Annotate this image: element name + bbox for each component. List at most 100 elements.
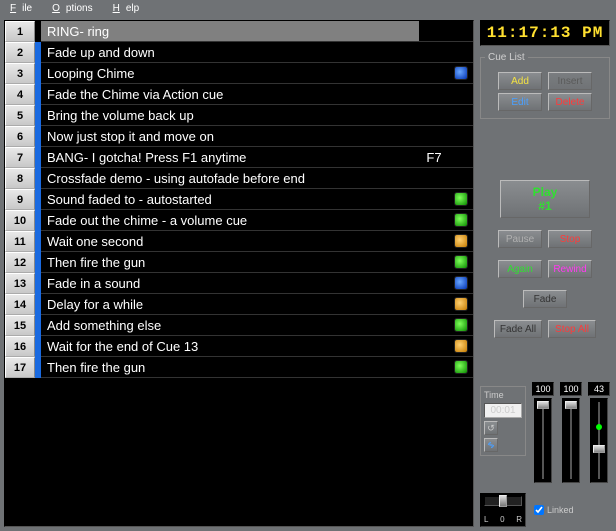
cue-description: Then fire the gun bbox=[41, 252, 419, 273]
cue-number: 3 bbox=[5, 63, 35, 84]
cue-row[interactable]: 14Delay for a while bbox=[5, 294, 473, 315]
stop-all-button[interactable]: Stop All bbox=[548, 320, 596, 338]
time-box: Time 00:01 ↺ bbox=[480, 386, 526, 456]
again-button[interactable]: Again bbox=[498, 260, 542, 278]
linked-checkbox[interactable]: Linked bbox=[534, 505, 574, 515]
cue-status-icon bbox=[449, 294, 473, 315]
cue-status-icon bbox=[449, 210, 473, 231]
linked-checkbox-input[interactable] bbox=[534, 505, 544, 515]
cue-number: 13 bbox=[5, 273, 35, 294]
cue-row[interactable]: 6 Now just stop it and move on bbox=[5, 126, 473, 147]
cue-row[interactable]: 17Then fire the gun bbox=[5, 357, 473, 378]
cue-number: 4 bbox=[5, 84, 35, 105]
cue-status-icon bbox=[449, 231, 473, 252]
cue-hotkey bbox=[419, 294, 449, 315]
fader-slider-3[interactable] bbox=[590, 398, 608, 483]
cue-number: 10 bbox=[5, 210, 35, 231]
play-button[interactable]: Play #1 bbox=[500, 180, 590, 218]
cue-hotkey bbox=[419, 42, 449, 63]
cue-description: Crossfade demo - using autofade before e… bbox=[41, 168, 419, 189]
delete-button[interactable]: Delete bbox=[548, 93, 592, 111]
cue-description: Fade out the chime - a volume cue bbox=[41, 210, 419, 231]
cue-row[interactable]: 10 Fade out the chime - a volume cue bbox=[5, 210, 473, 231]
pan-slider[interactable] bbox=[484, 496, 522, 506]
cue-number: 7 bbox=[5, 147, 35, 168]
cue-status-icon bbox=[449, 189, 473, 210]
cue-description: Looping Chime bbox=[41, 63, 419, 84]
fader-section: Time 00:01 ↺ 100 100 43 bbox=[480, 382, 610, 483]
cue-description: Then fire the gun bbox=[41, 357, 419, 378]
fade-all-button[interactable]: Fade All bbox=[494, 320, 542, 338]
cue-row[interactable]: 13 Fade in a sound bbox=[5, 273, 473, 294]
cue-description: Fade up and down bbox=[41, 42, 419, 63]
pan-r-label: R bbox=[516, 515, 522, 524]
pan-c-label: 0 bbox=[500, 515, 504, 524]
clock-display: 11:17:13 PM bbox=[480, 20, 610, 46]
cue-hotkey bbox=[419, 105, 449, 126]
cue-number: 6 bbox=[5, 126, 35, 147]
stop-button[interactable]: Stop bbox=[548, 230, 592, 248]
cue-list-panel: Cue List Add Insert Edit Delete bbox=[480, 52, 610, 119]
menu-file[interactable]: File bbox=[4, 2, 44, 15]
fader-slider-1[interactable] bbox=[534, 398, 552, 483]
menu-options[interactable]: Options bbox=[46, 2, 104, 15]
insert-button[interactable]: Insert bbox=[548, 72, 592, 90]
cue-row[interactable]: 15Add something else bbox=[5, 315, 473, 336]
cue-row[interactable]: 1RING- ring bbox=[5, 21, 473, 42]
cue-number: 2 bbox=[5, 42, 35, 63]
cue-number: 16 bbox=[5, 336, 35, 357]
cue-hotkey bbox=[419, 315, 449, 336]
cue-status-icon bbox=[449, 168, 473, 189]
cue-number: 11 bbox=[5, 231, 35, 252]
fader-slider-2[interactable] bbox=[562, 398, 580, 483]
cue-status-icon bbox=[449, 21, 473, 42]
cue-row[interactable]: 5Bring the volume back up bbox=[5, 105, 473, 126]
cue-hotkey bbox=[419, 189, 449, 210]
cue-row[interactable]: 2 Fade up and down bbox=[5, 42, 473, 63]
cue-status-icon bbox=[449, 252, 473, 273]
fade-button[interactable]: Fade bbox=[523, 290, 567, 308]
cue-hotkey bbox=[419, 273, 449, 294]
cue-row[interactable]: 8Crossfade demo - using autofade before … bbox=[5, 168, 473, 189]
cue-description: Now just stop it and move on bbox=[41, 126, 419, 147]
cue-status-icon bbox=[449, 63, 473, 84]
cue-list[interactable]: 1RING- ring2 Fade up and down 3 Looping Chi… bbox=[4, 20, 474, 527]
time-label: Time bbox=[484, 390, 522, 400]
cue-hotkey bbox=[419, 210, 449, 231]
cue-description: Sound faded to - autostarted bbox=[41, 189, 419, 210]
cue-row[interactable]: 7BANG- I gotcha! Press F1 anytimeF7 bbox=[5, 147, 473, 168]
cue-list-legend: Cue List bbox=[485, 52, 528, 63]
add-button[interactable]: Add bbox=[498, 72, 542, 90]
cue-status-icon bbox=[449, 105, 473, 126]
cue-row[interactable]: 4Fade the Chime via Action cue bbox=[5, 84, 473, 105]
cue-row[interactable]: 3 Looping Chime bbox=[5, 63, 473, 84]
cue-status-icon bbox=[449, 315, 473, 336]
time-reset-button[interactable]: ↺ bbox=[484, 421, 498, 435]
cue-description: Add something else bbox=[41, 315, 419, 336]
cue-status-icon bbox=[449, 336, 473, 357]
fader-value-1: 100 bbox=[532, 382, 554, 396]
fader-value-2: 100 bbox=[560, 382, 582, 396]
rewind-button[interactable]: Rewind bbox=[548, 260, 592, 278]
time-link-button[interactable] bbox=[484, 438, 498, 452]
pause-button[interactable]: Pause bbox=[498, 230, 542, 248]
cue-number: 5 bbox=[5, 105, 35, 126]
time-value[interactable]: 00:01 bbox=[484, 403, 522, 418]
menu-help[interactable]: Help bbox=[107, 2, 152, 15]
cue-status-icon bbox=[449, 357, 473, 378]
cue-hotkey bbox=[419, 231, 449, 252]
cue-row[interactable]: 12 Then fire the gun bbox=[5, 252, 473, 273]
cue-description: Delay for a while bbox=[41, 294, 419, 315]
cue-status-icon bbox=[449, 126, 473, 147]
cue-description: Fade in a sound bbox=[41, 273, 419, 294]
cue-hotkey bbox=[419, 126, 449, 147]
cue-row[interactable]: 9Sound faded to - autostarted bbox=[5, 189, 473, 210]
cue-row[interactable]: 16Wait for the end of Cue 13 bbox=[5, 336, 473, 357]
cue-hotkey bbox=[419, 336, 449, 357]
cue-row[interactable]: 11Wait one second bbox=[5, 231, 473, 252]
cue-hotkey bbox=[419, 63, 449, 84]
pan-l-label: L bbox=[484, 515, 488, 524]
cue-number: 12 bbox=[5, 252, 35, 273]
cue-status-icon bbox=[449, 147, 473, 168]
edit-button[interactable]: Edit bbox=[498, 93, 542, 111]
